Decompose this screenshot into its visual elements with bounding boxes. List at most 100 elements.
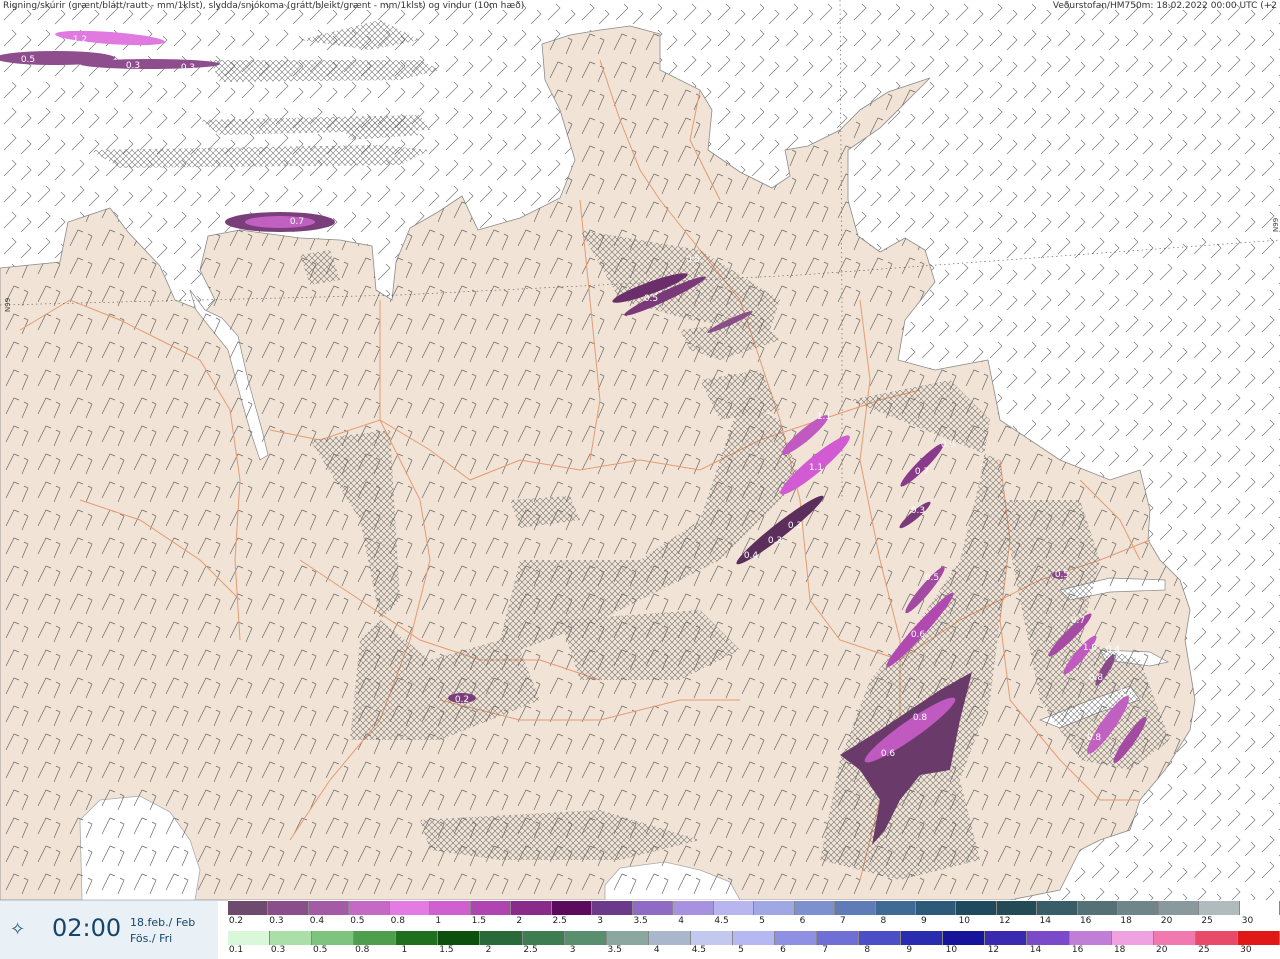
- legend-swatch: [901, 931, 944, 945]
- legend-swatch: [1239, 901, 1280, 915]
- legend-swatch: [228, 931, 271, 945]
- precip-value-label: 0.3: [768, 536, 782, 546]
- legend-tick-label: 4.5: [691, 945, 707, 955]
- legend-swatch: [389, 901, 431, 915]
- wind-compass-icon[interactable]: ✧: [10, 919, 25, 940]
- legend-tick-label: 8: [864, 945, 871, 955]
- legend-swatch: [522, 931, 565, 945]
- legend-tick-label: 16: [1079, 916, 1092, 926]
- rain-legend-bar: [228, 931, 1280, 945]
- legend-swatch: [713, 901, 755, 915]
- legend-swatch: [270, 931, 313, 945]
- precip-value-label: 0.8: [1087, 733, 1102, 743]
- legend-tick-label: 14: [1029, 945, 1042, 955]
- legend-tick-label: 0.3: [269, 916, 284, 926]
- legend-tick-label: 2.5: [523, 945, 538, 955]
- legend-tick-label: 0.8: [390, 916, 406, 926]
- legend-tick-label: 2: [485, 945, 492, 955]
- legend-tick-label: 2.5: [552, 916, 567, 926]
- legend-swatch: [915, 901, 957, 915]
- legend-tick-label: 4: [678, 916, 684, 926]
- forecast-date: 18.feb./ Feb: [130, 916, 196, 929]
- precip-value-label: 0.7: [1071, 616, 1085, 626]
- legend-swatch: [1077, 901, 1119, 915]
- legend-tick-label: 5: [738, 945, 744, 955]
- precip-value-label: 0.6: [911, 630, 926, 640]
- legend-swatch: [1111, 931, 1154, 945]
- legend-tick-label: 25: [1201, 916, 1213, 926]
- forecast-day: Fös./ Fri: [130, 932, 173, 945]
- legend-tick-label: 0.3: [270, 945, 286, 955]
- legend-tick-label: 4: [653, 945, 660, 955]
- legend-swatch: [430, 901, 471, 915]
- legend-tick-label: 20: [1156, 945, 1168, 955]
- precip-value-label: 0.4: [1106, 645, 1121, 655]
- forecast-time: 02:00: [52, 914, 122, 942]
- legend-swatch: [396, 931, 439, 945]
- time-panel: ✧ 02:00 18.feb./ Feb Fös./ Fri: [0, 900, 218, 959]
- rain-legend-ticks: 0.1 0.3 0.5 0.8 1 1.5 2 2.5 3 3.5 4 4.5 5 6 7 8 9 10 12 14 1…: [228, 945, 1280, 957]
- legend-tick-label: 3.5: [633, 916, 648, 926]
- legend-tick-label: 0.4: [309, 916, 325, 926]
- legend-swatch: [794, 901, 836, 915]
- legend-swatch: [308, 901, 350, 915]
- legend-swatch: [551, 901, 593, 915]
- weather-map[interactable]: 1.2 0.5 0.3 0.3 0.7 0.5 0.5 1.1 1.1 0.3 0.3 0.4 0.6 0…: [0, 0, 1280, 958]
- legend-tick-label: 1.5: [439, 945, 454, 955]
- legend-swatch: [1237, 931, 1280, 945]
- legend-swatch: [1118, 901, 1159, 915]
- precip-value-label: 0.5: [1055, 570, 1069, 580]
- legend-swatch: [1195, 931, 1238, 945]
- legend-tick-label: 20: [1160, 916, 1173, 926]
- precip-value-label: 1.2: [73, 35, 87, 45]
- legend-swatch: [268, 901, 309, 915]
- legend-tick-label: 6: [799, 916, 806, 926]
- precip-value-label: 0.4: [744, 551, 759, 561]
- legend-swatch: [996, 901, 1038, 915]
- legend-tick-label: 3: [569, 945, 576, 955]
- precip-value-label: 0.7: [290, 217, 304, 227]
- legend-tick-label: 10: [945, 945, 958, 955]
- precip-value-label: 0.8: [913, 713, 928, 723]
- legend-swatch: [438, 931, 481, 945]
- snow-legend-ticks: 0.2 0.3 0.4 0.5 0.8 1 1.5 2 2.5 3 3.5 4 4.5 5 6 7 8 9 10 12…: [228, 916, 1280, 928]
- precip-value-label: 0.3: [911, 506, 925, 516]
- legend-tick-label: 0.1: [228, 945, 244, 955]
- legend-swatch: [754, 901, 795, 915]
- legend-swatch: [354, 931, 397, 945]
- legend-swatch: [673, 901, 714, 915]
- precip-value-label: 1.1: [817, 412, 831, 422]
- legend-tick-label: 2: [516, 916, 523, 926]
- legend-swatch: [817, 931, 860, 945]
- precip-value-label: 0.6: [941, 440, 956, 450]
- legend-swatch: [690, 931, 733, 945]
- precip-value-label: 0.7: [915, 467, 929, 477]
- legend-swatch: [875, 901, 916, 915]
- legend-tick-label: 3.5: [607, 945, 622, 955]
- legend-tick-label: 30: [1241, 916, 1254, 926]
- legend-tick-label: 0.5: [350, 916, 365, 926]
- legend-swatch: [312, 931, 355, 945]
- grid-label-right: N99: [1272, 217, 1280, 232]
- legend-tick-label: 14: [1039, 916, 1051, 926]
- precip-value-label: 1.1: [809, 463, 823, 473]
- legend-tick-label: 9: [920, 916, 927, 926]
- legend-swatch: [943, 931, 986, 945]
- legend-swatch: [564, 931, 607, 945]
- legend-swatch: [511, 901, 552, 915]
- legend-tick-label: 1: [435, 916, 442, 926]
- legend-swatch: [648, 931, 691, 945]
- legend-swatch: [228, 901, 269, 915]
- legend-tick-label: 4.5: [714, 916, 729, 926]
- legend-swatch: [592, 901, 633, 915]
- precip-value-label: 0.2: [455, 695, 469, 705]
- legend-tick-label: 8: [880, 916, 887, 926]
- legend-tick-label: 18: [1120, 916, 1132, 926]
- precip-value-label: 0.5: [21, 55, 35, 65]
- legend-swatch: [606, 931, 649, 945]
- grid-label-left: N99: [4, 297, 12, 312]
- model-run-info: Veðurstofan/HM750m: 18.02.2022 00:00 UTC…: [1052, 1, 1277, 11]
- legend-swatch: [956, 901, 997, 915]
- legend-tick-label: 5: [759, 916, 765, 926]
- legend-tick-label: 12: [987, 945, 1000, 955]
